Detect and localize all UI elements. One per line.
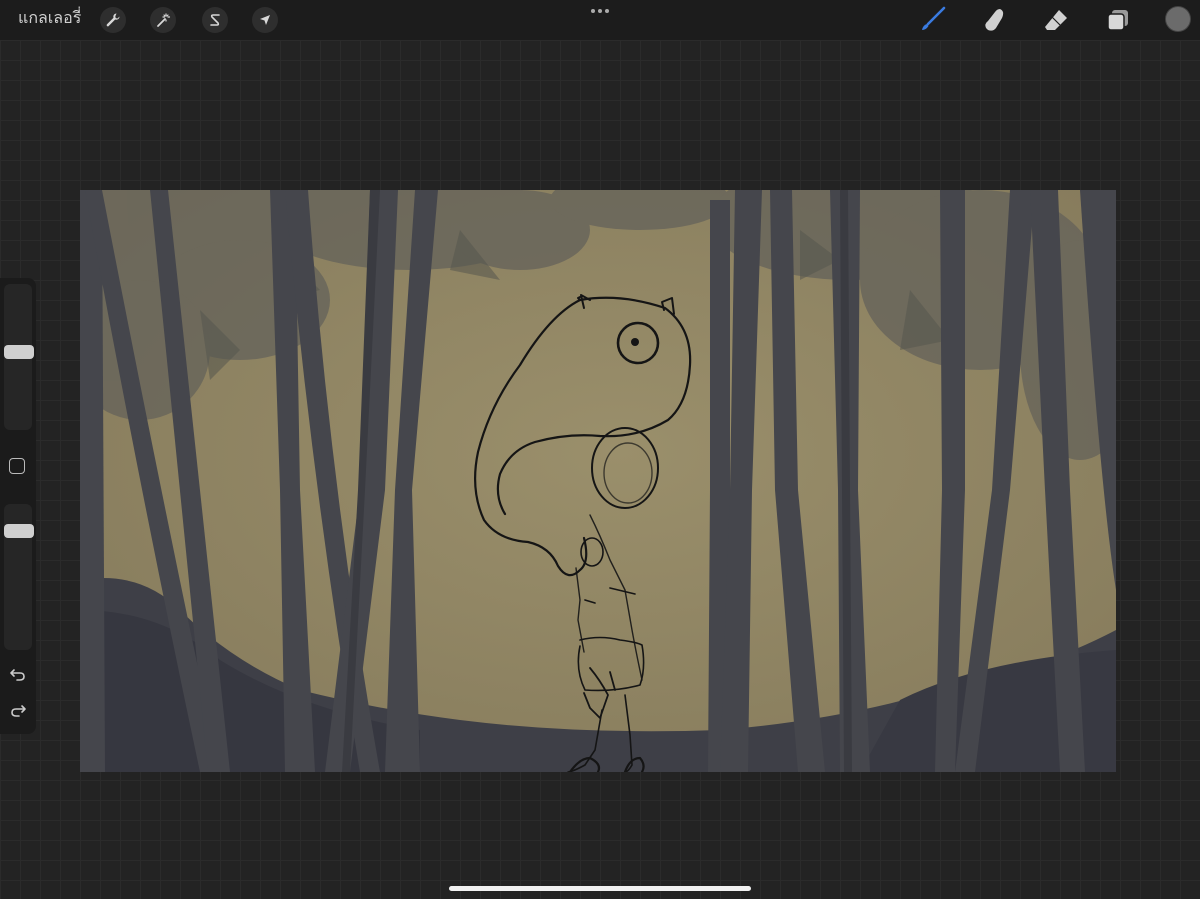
square-icon[interactable] — [9, 458, 25, 474]
gallery-button[interactable]: แกลเลอรี่ — [18, 9, 81, 29]
brush-sidebar — [0, 278, 36, 734]
wrench-icon[interactable] — [100, 7, 126, 33]
magic-wand-icon[interactable] — [150, 7, 176, 33]
undo-icon[interactable] — [8, 664, 28, 684]
paintbrush-icon[interactable] — [918, 6, 946, 34]
ellipsis-icon[interactable] — [588, 6, 612, 16]
brush-size-slider-thumb[interactable] — [4, 344, 34, 359]
top-toolbar: แกลเลอรี่ — [0, 0, 1200, 40]
arrow-cursor-icon[interactable] — [252, 7, 278, 33]
selection-s-icon[interactable] — [202, 7, 228, 33]
eraser-icon[interactable] — [1042, 6, 1070, 34]
layers-icon[interactable] — [1104, 6, 1132, 34]
opacity-slider-thumb[interactable] — [4, 523, 34, 538]
home-indicator[interactable] — [449, 886, 751, 891]
smudge-finger-icon[interactable] — [980, 6, 1008, 34]
redo-icon[interactable] — [8, 700, 28, 720]
artwork-canvas[interactable] — [80, 190, 1116, 772]
color-picker-swatch[interactable] — [1166, 7, 1190, 31]
